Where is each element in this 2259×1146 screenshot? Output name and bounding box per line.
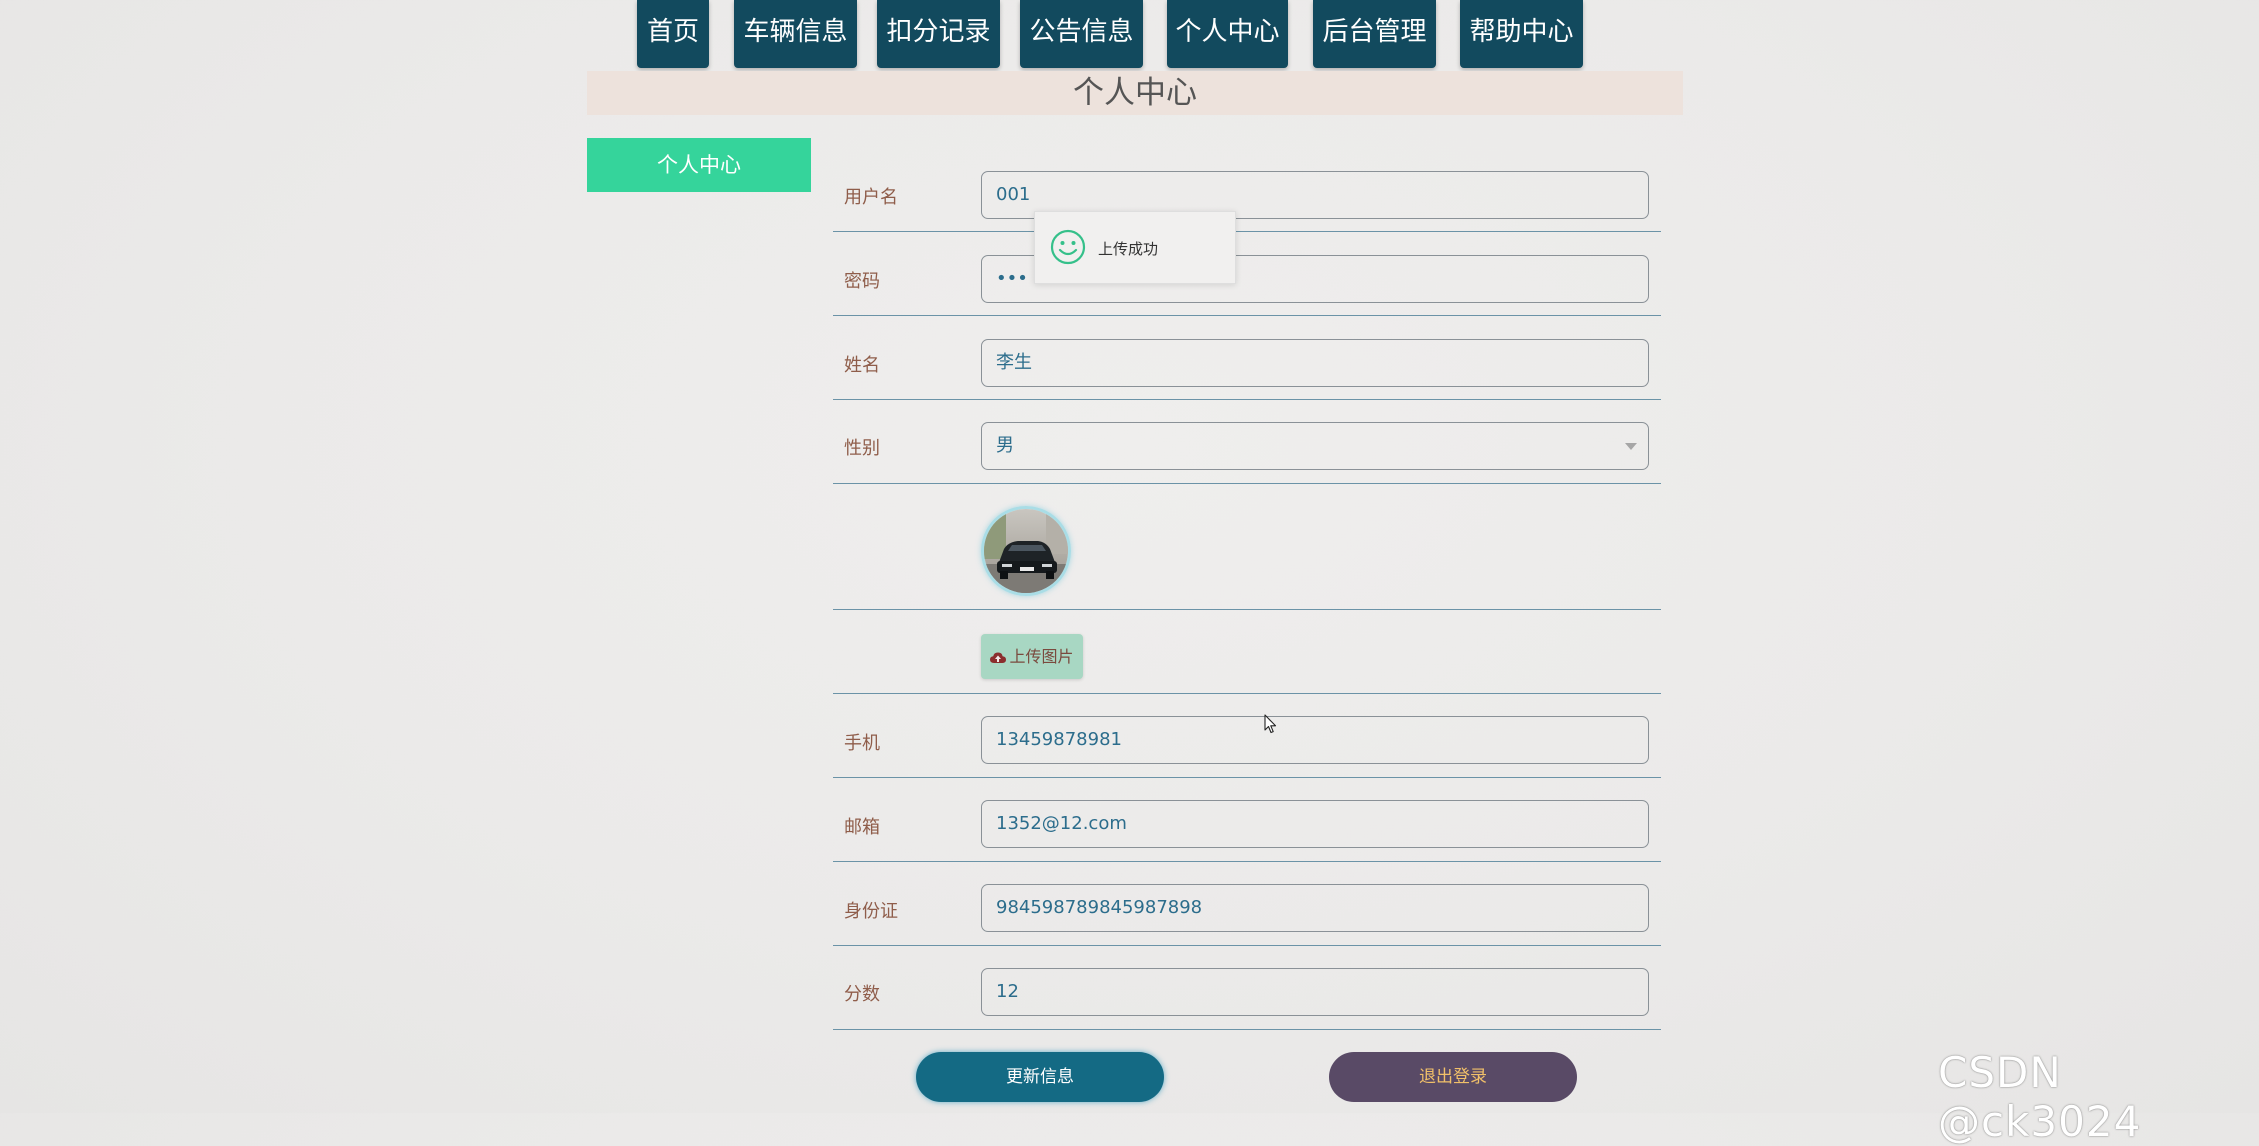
chevron-down-icon[interactable] [1625, 443, 1637, 450]
id-card-input[interactable]: 984598789845987898 [981, 884, 1649, 932]
nav-item-vehicles[interactable]: 车辆信息 [734, 0, 857, 68]
mouse-cursor-icon [1264, 714, 1277, 734]
row-divider [833, 231, 1661, 232]
car-photo-image [984, 509, 1068, 593]
toast-message: 上传成功 [1098, 240, 1159, 258]
row-divider [833, 693, 1661, 694]
email-input[interactable]: 1352@12.com [981, 800, 1649, 848]
score-label: 分数 [844, 984, 880, 1005]
row-divider [833, 1029, 1661, 1030]
row-divider [833, 399, 1661, 400]
phone-label: 手机 [844, 733, 880, 754]
email-label: 邮箱 [844, 817, 880, 838]
nav-item-help[interactable]: 帮助中心 [1460, 0, 1583, 68]
watermark: CSDN @ck3024 [1938, 1048, 2142, 1146]
name-label: 姓名 [844, 355, 880, 376]
avatar [981, 506, 1071, 596]
logout-button[interactable]: 退出登录 [1329, 1052, 1577, 1102]
nav-item-admin[interactable]: 后台管理 [1313, 0, 1436, 68]
upload-success-toast: 上传成功 [1034, 211, 1236, 284]
score-input[interactable]: 12 [981, 968, 1649, 1016]
id-card-label: 身份证 [844, 901, 898, 922]
row-divider [833, 945, 1661, 946]
nav-item-announcements[interactable]: 公告信息 [1020, 0, 1143, 68]
nav-item-home[interactable]: 首页 [637, 0, 709, 68]
update-info-button[interactable]: 更新信息 [916, 1052, 1164, 1102]
gender-select[interactable]: 男 [981, 422, 1649, 470]
row-divider [833, 861, 1661, 862]
username-label: 用户名 [844, 187, 898, 208]
nav-item-personal-center[interactable]: 个人中心 [1167, 0, 1288, 68]
row-divider [833, 777, 1661, 778]
upload-image-button[interactable]: 上传图片 [981, 634, 1083, 679]
upload-image-label: 上传图片 [1009, 647, 1074, 666]
sidebar-item-personal-center[interactable]: 个人中心 [587, 138, 811, 192]
row-divider [833, 315, 1661, 316]
smile-icon [1050, 229, 1086, 265]
page-title: 个人中心 [587, 71, 1683, 115]
row-divider [833, 609, 1661, 610]
nav-item-penalty-records[interactable]: 扣分记录 [877, 0, 1000, 68]
cloud-upload-icon [990, 652, 1007, 663]
password-label: 密码 [844, 271, 880, 292]
phone-input[interactable]: 13459878981 [981, 716, 1649, 764]
name-input[interactable]: 李生 [981, 339, 1649, 387]
gender-label: 性别 [844, 438, 880, 459]
row-divider [833, 483, 1661, 484]
